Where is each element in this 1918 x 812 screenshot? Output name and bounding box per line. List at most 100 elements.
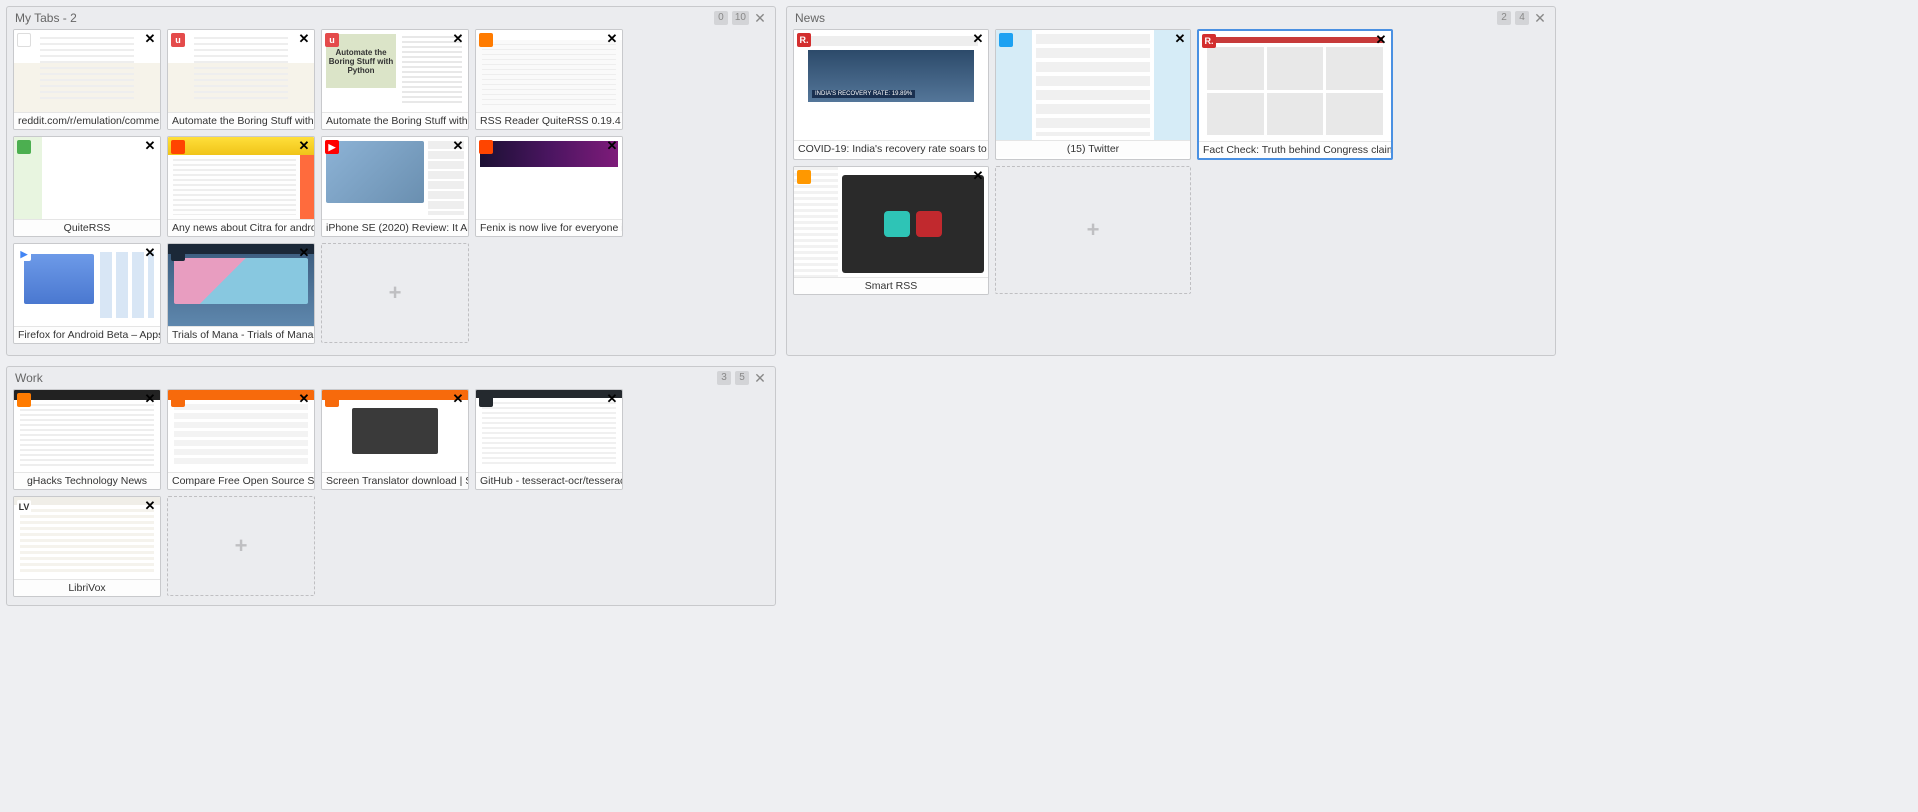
tab-tile[interactable]: ✕reddit.com/r/emulation/commen xyxy=(13,29,161,130)
tile-close-icon[interactable]: ✕ xyxy=(451,392,465,406)
tile-close-icon[interactable]: ✕ xyxy=(143,499,157,513)
tile-close-icon[interactable]: ✕ xyxy=(605,392,619,406)
tile-title: Fenix is now live for everyone in xyxy=(476,219,622,236)
thumbnail-art: Automate the Boring Stuff with Python xyxy=(322,30,468,112)
tile-thumbnail[interactable]: u✕ xyxy=(168,30,314,112)
tile-close-icon[interactable]: ✕ xyxy=(1374,33,1388,47)
tile-title: QuiteRSS xyxy=(14,219,160,236)
tab-tile[interactable]: ✕GitHub - tesseract-ocr/tesserac xyxy=(475,389,623,490)
tab-tile[interactable]: ▶✕iPhone SE (2020) Review: It All xyxy=(321,136,469,237)
add-tab-button[interactable]: + xyxy=(321,243,469,343)
tile-close-icon[interactable]: ✕ xyxy=(1173,32,1187,46)
tile-title: Compare Free Open Source So xyxy=(168,472,314,489)
tiles-container: ✕gHacks Technology News✕Compare Free Ope… xyxy=(13,389,769,597)
tile-thumbnail[interactable]: ✕ xyxy=(168,390,314,472)
tile-close-icon[interactable]: ✕ xyxy=(297,392,311,406)
thumbnail-art xyxy=(996,30,1190,140)
tile-close-icon[interactable]: ✕ xyxy=(143,139,157,153)
tab-tile[interactable]: LV✕LibriVox xyxy=(13,496,161,597)
tile-thumbnail[interactable]: ✕ xyxy=(996,30,1190,140)
tab-tile[interactable]: ✕Trials of Mana - Trials of Mana F xyxy=(167,243,315,344)
tab-tile[interactable]: u✕Automate the Boring Stuff with F xyxy=(167,29,315,130)
tile-thumbnail[interactable]: ✕ xyxy=(168,137,314,219)
favicon-icon xyxy=(17,393,31,407)
favicon-icon xyxy=(17,33,31,47)
tab-tile[interactable]: R.✕Fact Check: Truth behind Congress cla… xyxy=(1197,29,1393,160)
tile-thumbnail[interactable]: ✕ xyxy=(168,244,314,326)
group-badge-b[interactable]: 5 xyxy=(735,371,749,385)
tab-tile[interactable]: ✕ Compare Free Open Source So xyxy=(167,389,315,490)
tile-thumbnail[interactable]: ✕ xyxy=(476,137,622,219)
group-header: My Tabs - 2 0 10 ✕ xyxy=(13,7,769,29)
tile-close-icon[interactable]: ✕ xyxy=(143,392,157,406)
favicon-icon: LV xyxy=(17,500,31,514)
tile-close-icon[interactable]: ✕ xyxy=(451,139,465,153)
tile-thumbnail[interactable]: ▶✕ xyxy=(322,137,468,219)
favicon-icon: u xyxy=(325,33,339,47)
group-work: Work 3 5 ✕ ✕gHacks Technology News✕Compa… xyxy=(6,366,776,606)
group-badge-b[interactable]: 10 xyxy=(732,11,749,25)
tile-thumbnail[interactable]: ✕ xyxy=(14,390,160,472)
tile-close-icon[interactable]: ✕ xyxy=(297,246,311,260)
tile-thumbnail[interactable]: ✕ xyxy=(476,390,622,472)
thumbnail-art xyxy=(168,390,314,472)
group-title[interactable]: My Tabs - 2 xyxy=(15,11,77,25)
thumbnail-art xyxy=(322,390,468,472)
tile-thumbnail[interactable]: ▶✕ xyxy=(14,244,160,326)
tab-tile[interactable]: ✕Smart RSS xyxy=(793,166,989,295)
tab-tile[interactable]: ▶✕Firefox for Android Beta – Apps xyxy=(13,243,161,344)
thumbnail-art xyxy=(168,244,314,326)
tab-tile[interactable]: ✕ Fenix is now live for everyone in xyxy=(475,136,623,237)
tile-close-icon[interactable]: ✕ xyxy=(143,32,157,46)
group-header: News 2 4 ✕ xyxy=(793,7,1549,29)
tile-close-icon[interactable]: ✕ xyxy=(143,246,157,260)
tile-thumbnail[interactable]: ✕ xyxy=(14,137,160,219)
tile-thumbnail[interactable]: ✕ xyxy=(322,390,468,472)
tiles-container: INDIA'S RECOVERY RATE: 19.89%R.✕COVID-19… xyxy=(793,29,1549,295)
favicon-icon xyxy=(797,170,811,184)
group-badge-b[interactable]: 4 xyxy=(1515,11,1529,25)
group-badge-a[interactable]: 0 xyxy=(714,11,728,25)
tab-tile[interactable]: ✕ Screen Translator download | S xyxy=(321,389,469,490)
tiles-container: ✕reddit.com/r/emulation/commenu✕Automate… xyxy=(13,29,769,344)
tile-thumbnail[interactable]: R. ✕ xyxy=(1199,31,1391,141)
tile-thumbnail[interactable]: ✕ xyxy=(476,30,622,112)
tile-close-icon[interactable]: ✕ xyxy=(971,32,985,46)
favicon-icon: ▶ xyxy=(17,247,31,261)
tile-thumbnail[interactable]: ✕ xyxy=(14,30,160,112)
group-title[interactable]: Work xyxy=(15,371,43,385)
tile-close-icon[interactable]: ✕ xyxy=(971,169,985,183)
group-close-icon[interactable]: ✕ xyxy=(753,10,767,27)
thumbnail-art xyxy=(168,30,314,112)
group-news: News 2 4 ✕ INDIA'S RECOVERY RATE: 19.89%… xyxy=(786,6,1556,356)
tab-tile[interactable]: ✕ QuiteRSS xyxy=(13,136,161,237)
tile-close-icon[interactable]: ✕ xyxy=(297,139,311,153)
tile-title: Screen Translator download | S xyxy=(322,472,468,489)
tile-close-icon[interactable]: ✕ xyxy=(605,32,619,46)
add-tab-button[interactable]: + xyxy=(167,496,315,596)
group-badge-a[interactable]: 3 xyxy=(717,371,731,385)
group-badge-a[interactable]: 2 xyxy=(1497,11,1511,25)
tile-thumbnail[interactable]: ✕ xyxy=(794,167,988,277)
group-close-icon[interactable]: ✕ xyxy=(753,370,767,387)
group-title[interactable]: News xyxy=(795,11,825,25)
tile-thumbnail[interactable]: LV ✕ xyxy=(14,497,160,579)
tile-thumbnail[interactable]: Automate the Boring Stuff with Pythonu ✕ xyxy=(322,30,468,112)
thumbnail-art xyxy=(168,137,314,219)
favicon-icon: R. xyxy=(797,33,811,47)
group-close-icon[interactable]: ✕ xyxy=(1533,10,1547,27)
tab-tile[interactable]: ✕Any news about Citra for androi xyxy=(167,136,315,237)
tab-tile[interactable]: Automate the Boring Stuff with Pythonu ✕A… xyxy=(321,29,469,130)
tab-tile[interactable]: ✕(15) Twitter xyxy=(995,29,1191,160)
tile-close-icon[interactable]: ✕ xyxy=(605,139,619,153)
tile-close-icon[interactable]: ✕ xyxy=(451,32,465,46)
tab-tile[interactable]: ✕RSS Reader QuiteRSS 0.19.4 o xyxy=(475,29,623,130)
tab-tile[interactable]: ✕gHacks Technology News xyxy=(13,389,161,490)
add-tab-button[interactable]: + xyxy=(995,166,1191,294)
tile-close-icon[interactable]: ✕ xyxy=(297,32,311,46)
favicon-icon: R. xyxy=(1202,34,1216,48)
tile-title: Automate the Boring Stuff with F xyxy=(168,112,314,129)
thumbnail-art xyxy=(322,137,468,219)
tile-thumbnail[interactable]: INDIA'S RECOVERY RATE: 19.89%R.✕ xyxy=(794,30,988,140)
tab-tile[interactable]: INDIA'S RECOVERY RATE: 19.89%R.✕COVID-19… xyxy=(793,29,989,160)
